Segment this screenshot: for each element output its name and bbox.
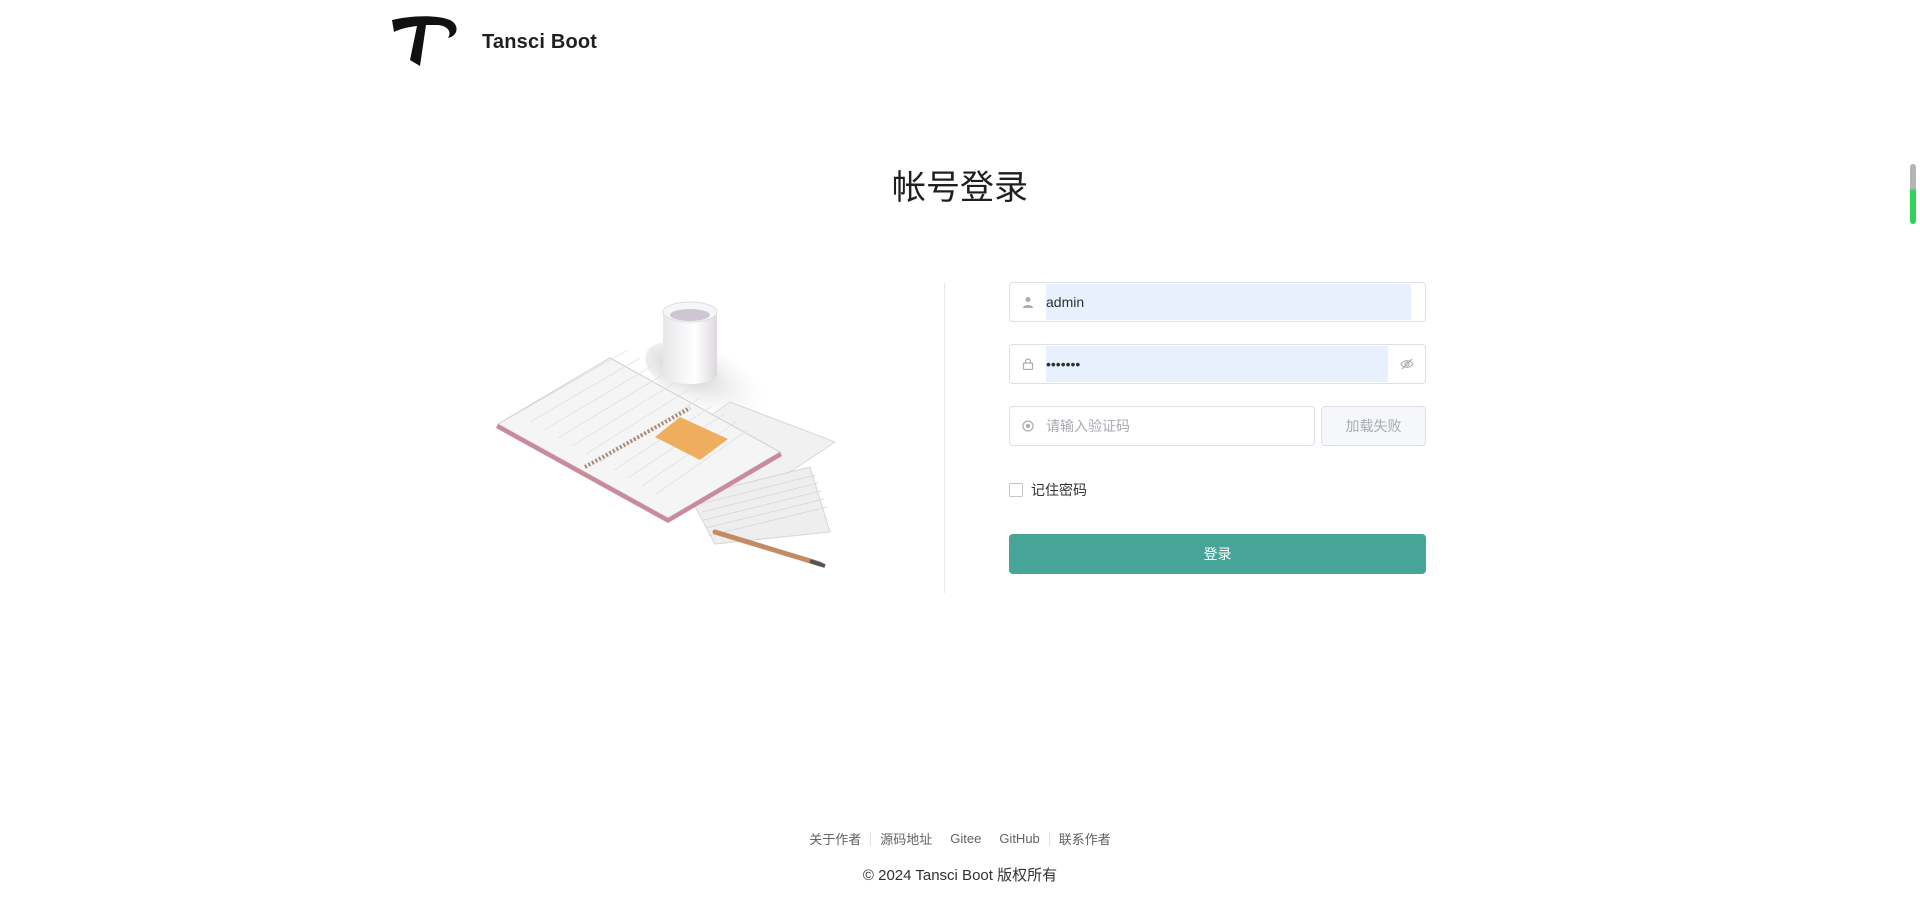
footer-link-contact[interactable]: 联系作者: [1050, 829, 1120, 848]
login-page: Tansci Boot 帐号登录 admin ••••••• 请输入验证码 加载…: [0, 0, 1920, 911]
username-field: [1009, 282, 1426, 322]
password-input[interactable]: [1046, 346, 1389, 382]
scroll-indicator[interactable]: [1910, 164, 1916, 224]
footer-link-about-author[interactable]: 关于作者: [800, 829, 870, 848]
remember-label: 记住密码: [1031, 482, 1087, 498]
username-input[interactable]: [1046, 284, 1425, 320]
captcha-image[interactable]: 加载失败: [1321, 406, 1426, 446]
footer-link-source[interactable]: 源码地址: [871, 829, 941, 848]
copyright: © 2024 Tansci Boot 版权所有: [862, 867, 1058, 884]
password-field: [1009, 344, 1426, 384]
footer-link-gitee[interactable]: Gitee: [941, 831, 990, 846]
captcha-field: [1009, 406, 1315, 446]
footer-links: 关于作者 源码地址 Gitee GitHub 联系作者: [0, 829, 1920, 848]
footer-link-github[interactable]: GitHub: [990, 831, 1048, 846]
lock-icon: [1010, 345, 1046, 383]
page-title: 帐号登录: [892, 168, 1028, 208]
captcha-row: 加载失败: [1009, 406, 1426, 446]
captcha-icon: [1010, 407, 1046, 445]
notebook-illustration: [496, 301, 837, 568]
login-button[interactable]: 登录: [1009, 534, 1426, 574]
remember-checkbox[interactable]: [1009, 483, 1023, 497]
header: Tansci Boot: [390, 14, 597, 70]
eye-off-icon[interactable]: [1389, 345, 1425, 383]
remember-password[interactable]: 记住密码: [1009, 480, 1426, 500]
logo-icon: [392, 16, 457, 66]
vertical-divider: [944, 283, 945, 593]
captcha-input[interactable]: [1046, 408, 1314, 444]
user-icon: [1010, 283, 1046, 321]
login-form: 加载失败 记住密码 登录: [1009, 282, 1426, 574]
brand-name: Tansci Boot: [482, 30, 598, 53]
